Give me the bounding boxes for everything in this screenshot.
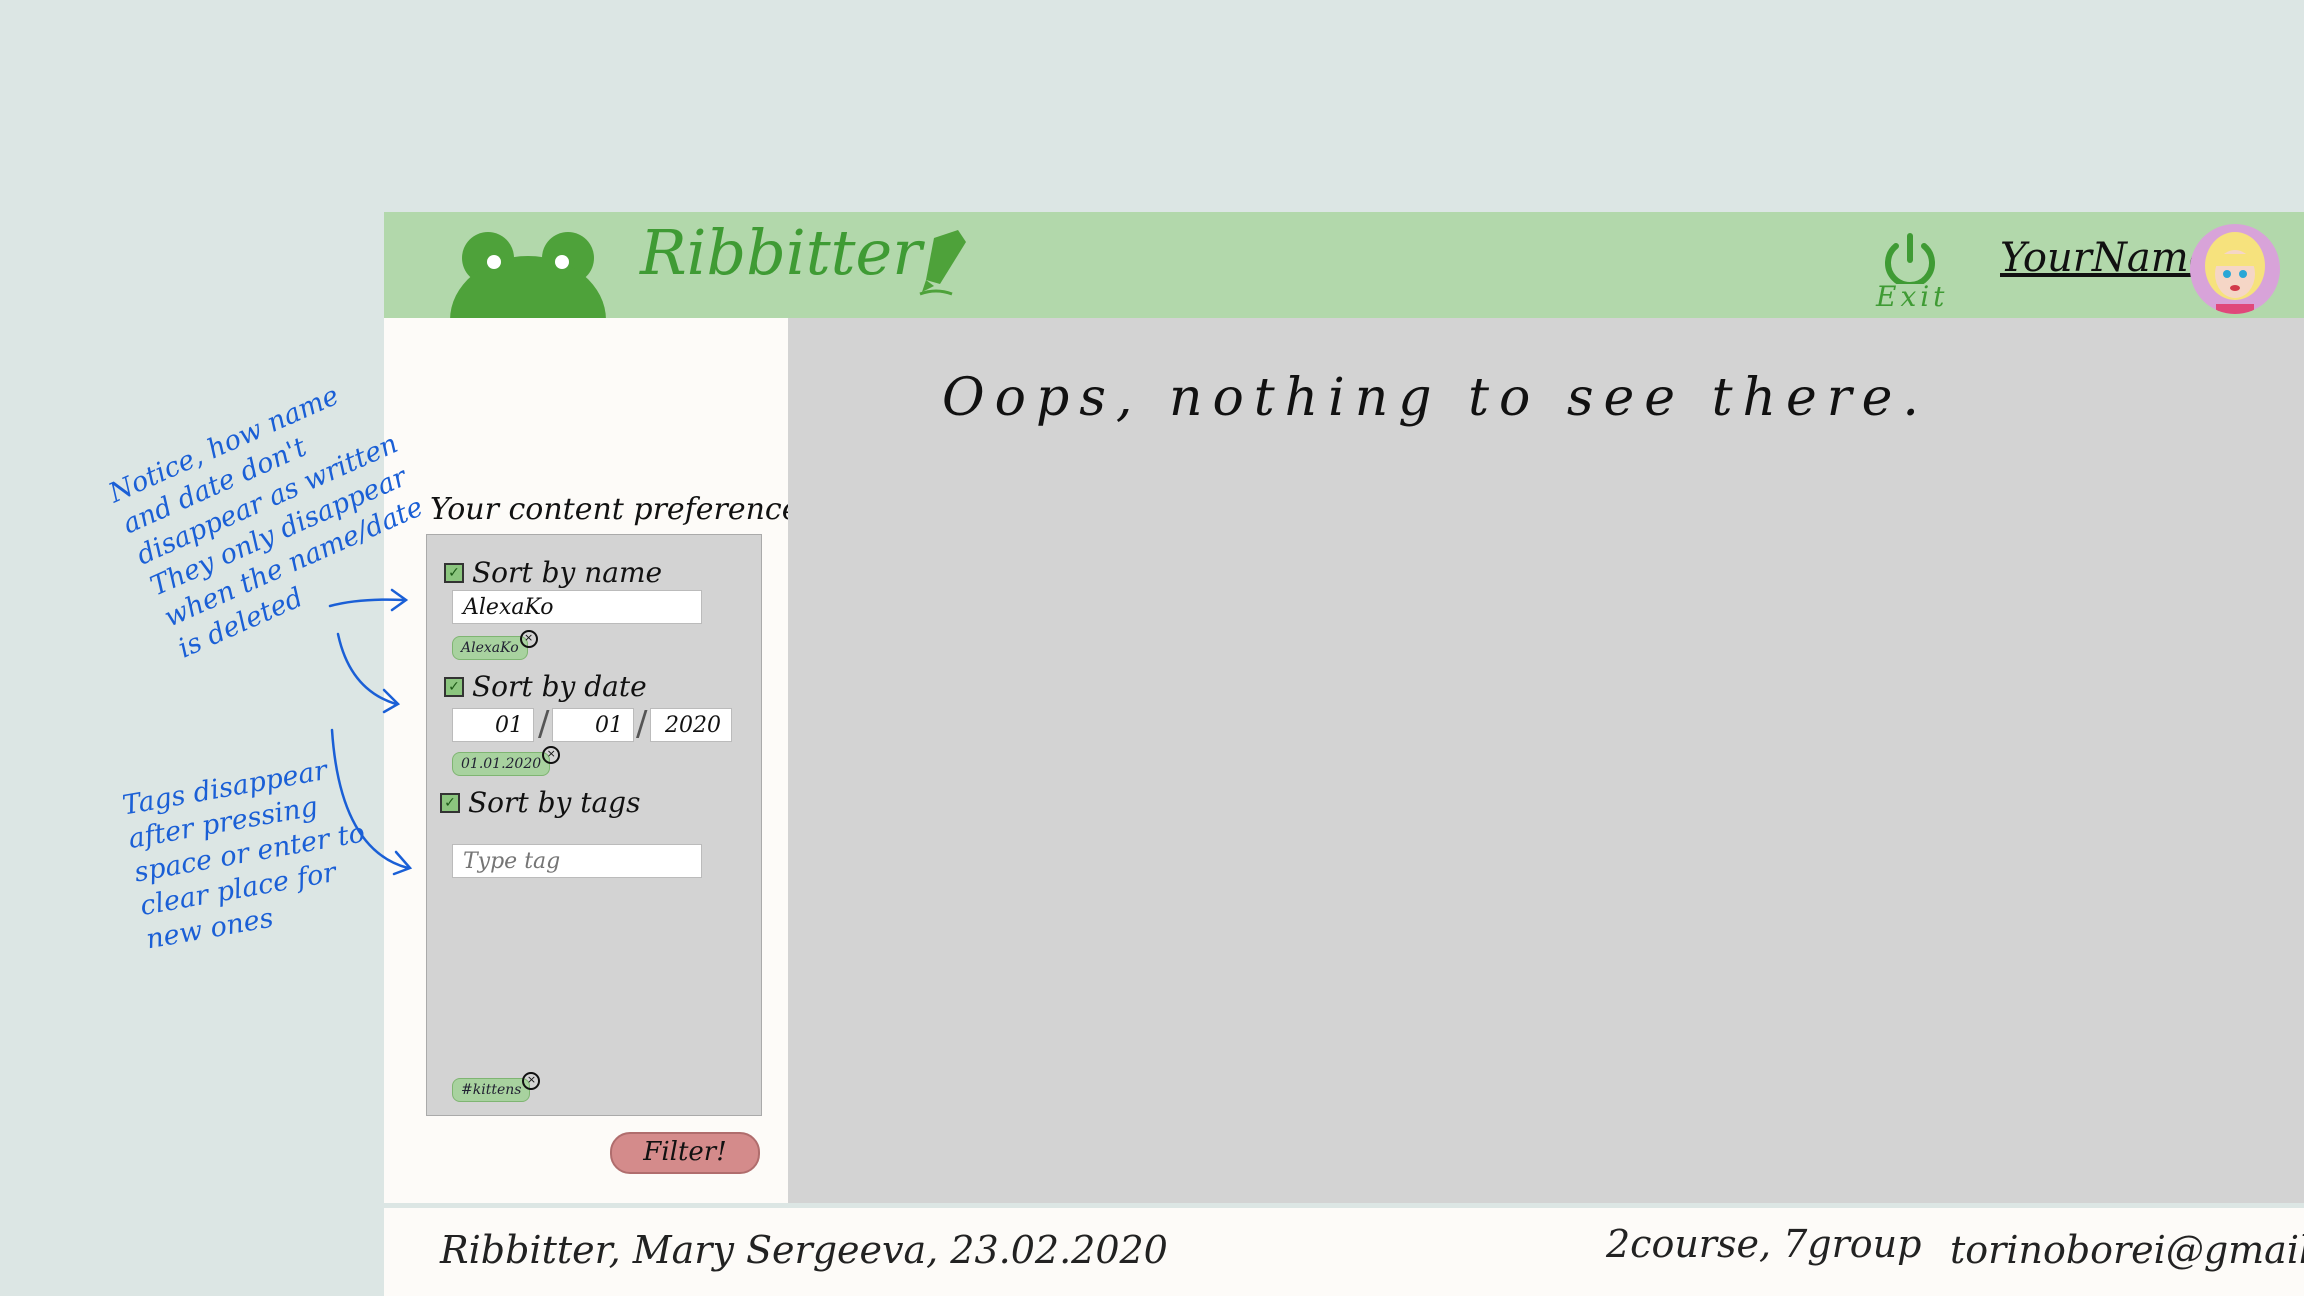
empty-feed-message: Oops, nothing to see there. [942,368,1929,428]
tag-chip: #kittens × [452,1072,541,1102]
date-chip-label: 01.01.2020 [452,752,551,776]
power-icon[interactable] [1880,232,1940,284]
date-separator: / [636,704,648,744]
tag-chip-label: #kittens [452,1078,531,1102]
name-chip-close-icon[interactable]: × [519,630,538,648]
sort-by-name-checkbox[interactable]: ✓ [444,562,464,583]
pencil-icon[interactable] [912,228,970,298]
date-separator: / [538,704,550,744]
avatar-face-icon [2205,232,2265,314]
sort-by-tags-row: ✓ Sort by tags [440,786,640,819]
name-chip: AlexaKo × [452,630,538,660]
date-day-input[interactable]: 01 [452,708,534,742]
tag-chip-close-icon[interactable]: × [522,1072,541,1090]
footer-course: 2course, 7group [1606,1222,1922,1266]
sort-by-date-checkbox[interactable]: ✓ [444,676,464,697]
sort-by-date-row: ✓ Sort by date [444,670,647,703]
date-chip-close-icon[interactable]: × [542,746,561,764]
footer-credits: Ribbitter, Mary Sergeeva, 23.02.2020 [440,1228,1168,1272]
sort-by-tags-label: Sort by tags [468,786,641,819]
date-year-input[interactable]: 2020 [650,708,732,742]
footer-email[interactable]: torinoborei@gmail.com [1950,1228,2304,1272]
exit-label[interactable]: Exit [1876,280,1948,313]
date-month-input[interactable]: 01 [552,708,634,742]
name-chip-label: AlexaKo [452,636,528,660]
annotation-arrows-icon [328,588,413,876]
prefs-title: Your content preferences: [430,492,825,527]
date-chip: 01.01.2020 × [452,746,561,776]
main-feed [788,318,2304,1203]
sort-by-name-label: Sort by name [472,556,663,589]
sort-by-date-label: Sort by date [472,670,647,703]
avatar[interactable] [2190,224,2280,314]
app-name[interactable]: Ribbitter [640,216,922,289]
name-input[interactable]: AlexaKo [452,590,702,624]
sort-by-name-row: ✓ Sort by name [444,556,662,589]
username-link[interactable]: YourName [2000,235,2212,281]
filter-button[interactable]: Filter! [610,1132,760,1174]
tag-input[interactable] [452,844,702,878]
sort-by-tags-checkbox[interactable]: ✓ [440,792,460,813]
